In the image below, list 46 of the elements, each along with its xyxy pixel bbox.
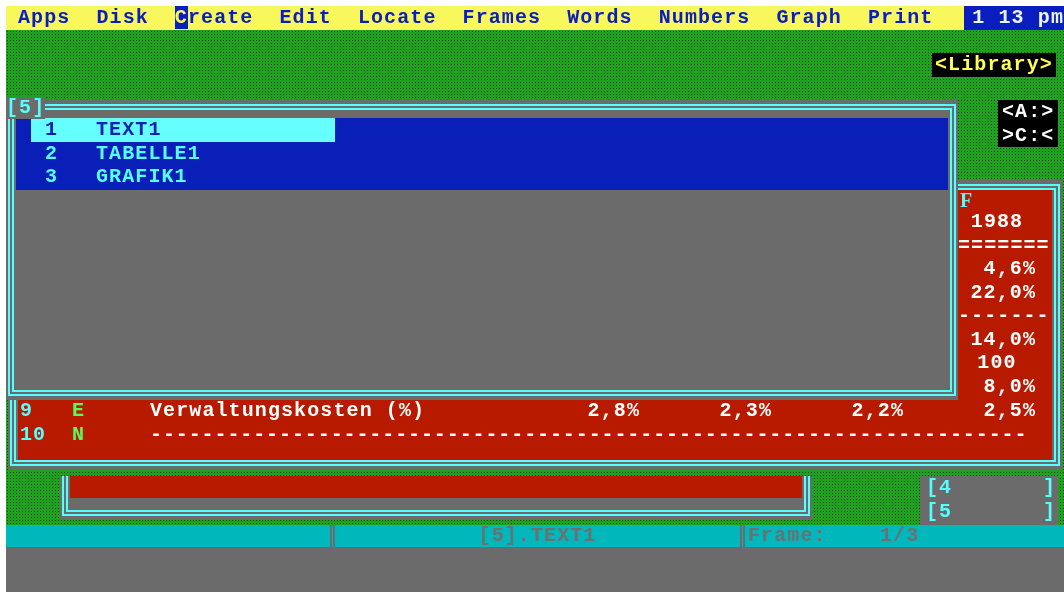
rule-line: ======= [958,233,1050,257]
rule-line: ------- [958,304,1050,328]
library-label[interactable]: <Library> [932,53,1056,77]
table-cell-text: -------------------------------------------------------------------- [150,422,1029,446]
table-cell-text: 1988 [969,210,1025,234]
drive-label[interactable]: >C:< [1002,123,1055,147]
list-item[interactable]: 1 TEXT1 [31,118,335,142]
table-cell-text: 2,3% [718,399,772,423]
window-title: [5] [6,97,46,119]
status-divider [330,525,335,547]
menu-item[interactable]: Disk [96,6,149,30]
frame-entry[interactable]: [5 [926,499,953,523]
menu-item[interactable]: Print [867,6,934,30]
menu-item[interactable]: Frames [462,6,542,30]
table-cell-text: 14,0% [969,327,1037,351]
menu-item[interactable]: Words [567,6,633,30]
table-cell-text: 22,0% [969,280,1037,304]
bracket: ] [1042,499,1056,523]
table-cell-text: 4,6% [982,257,1037,281]
menu-item[interactable]: Graph [776,6,842,30]
drive-label[interactable]: <A:> [1002,100,1055,124]
table-cell-text: 100 [976,351,1018,375]
menu-item[interactable]: Numbers [658,6,751,30]
row-number: 9 [19,399,35,423]
table-cell-text: 8,0% [982,374,1037,398]
menu-item[interactable]: Edit [279,6,332,30]
menu-item[interactable]: Apps [18,6,71,30]
frame-entry[interactable]: [4 [926,476,953,500]
status-frame-name: [5].TEXT1 [478,524,597,547]
status-label: Frame: [747,525,828,547]
table-cell-text: Verwaltungskosten (%) [150,399,427,423]
row-type: E [71,399,87,423]
menu-item[interactable]: Create [174,6,254,30]
menu-item[interactable]: Locate [357,6,437,30]
column-header: F [959,190,975,210]
list-item[interactable]: 2 TABELLE1 [31,141,335,165]
table-cell-text: 2,2% [850,399,904,423]
table-cell-text: 2,5% [982,399,1036,423]
status-value: 1/3 [880,525,920,547]
row-type: N [71,422,87,446]
table-cell-text: 2,8% [586,399,640,423]
bracket: ] [1042,476,1056,500]
list-item[interactable]: 3 GRAFIK1 [31,165,335,189]
clock: 1 13 pm [964,6,1064,30]
status-divider [740,525,745,547]
row-number: 10 [19,422,48,446]
